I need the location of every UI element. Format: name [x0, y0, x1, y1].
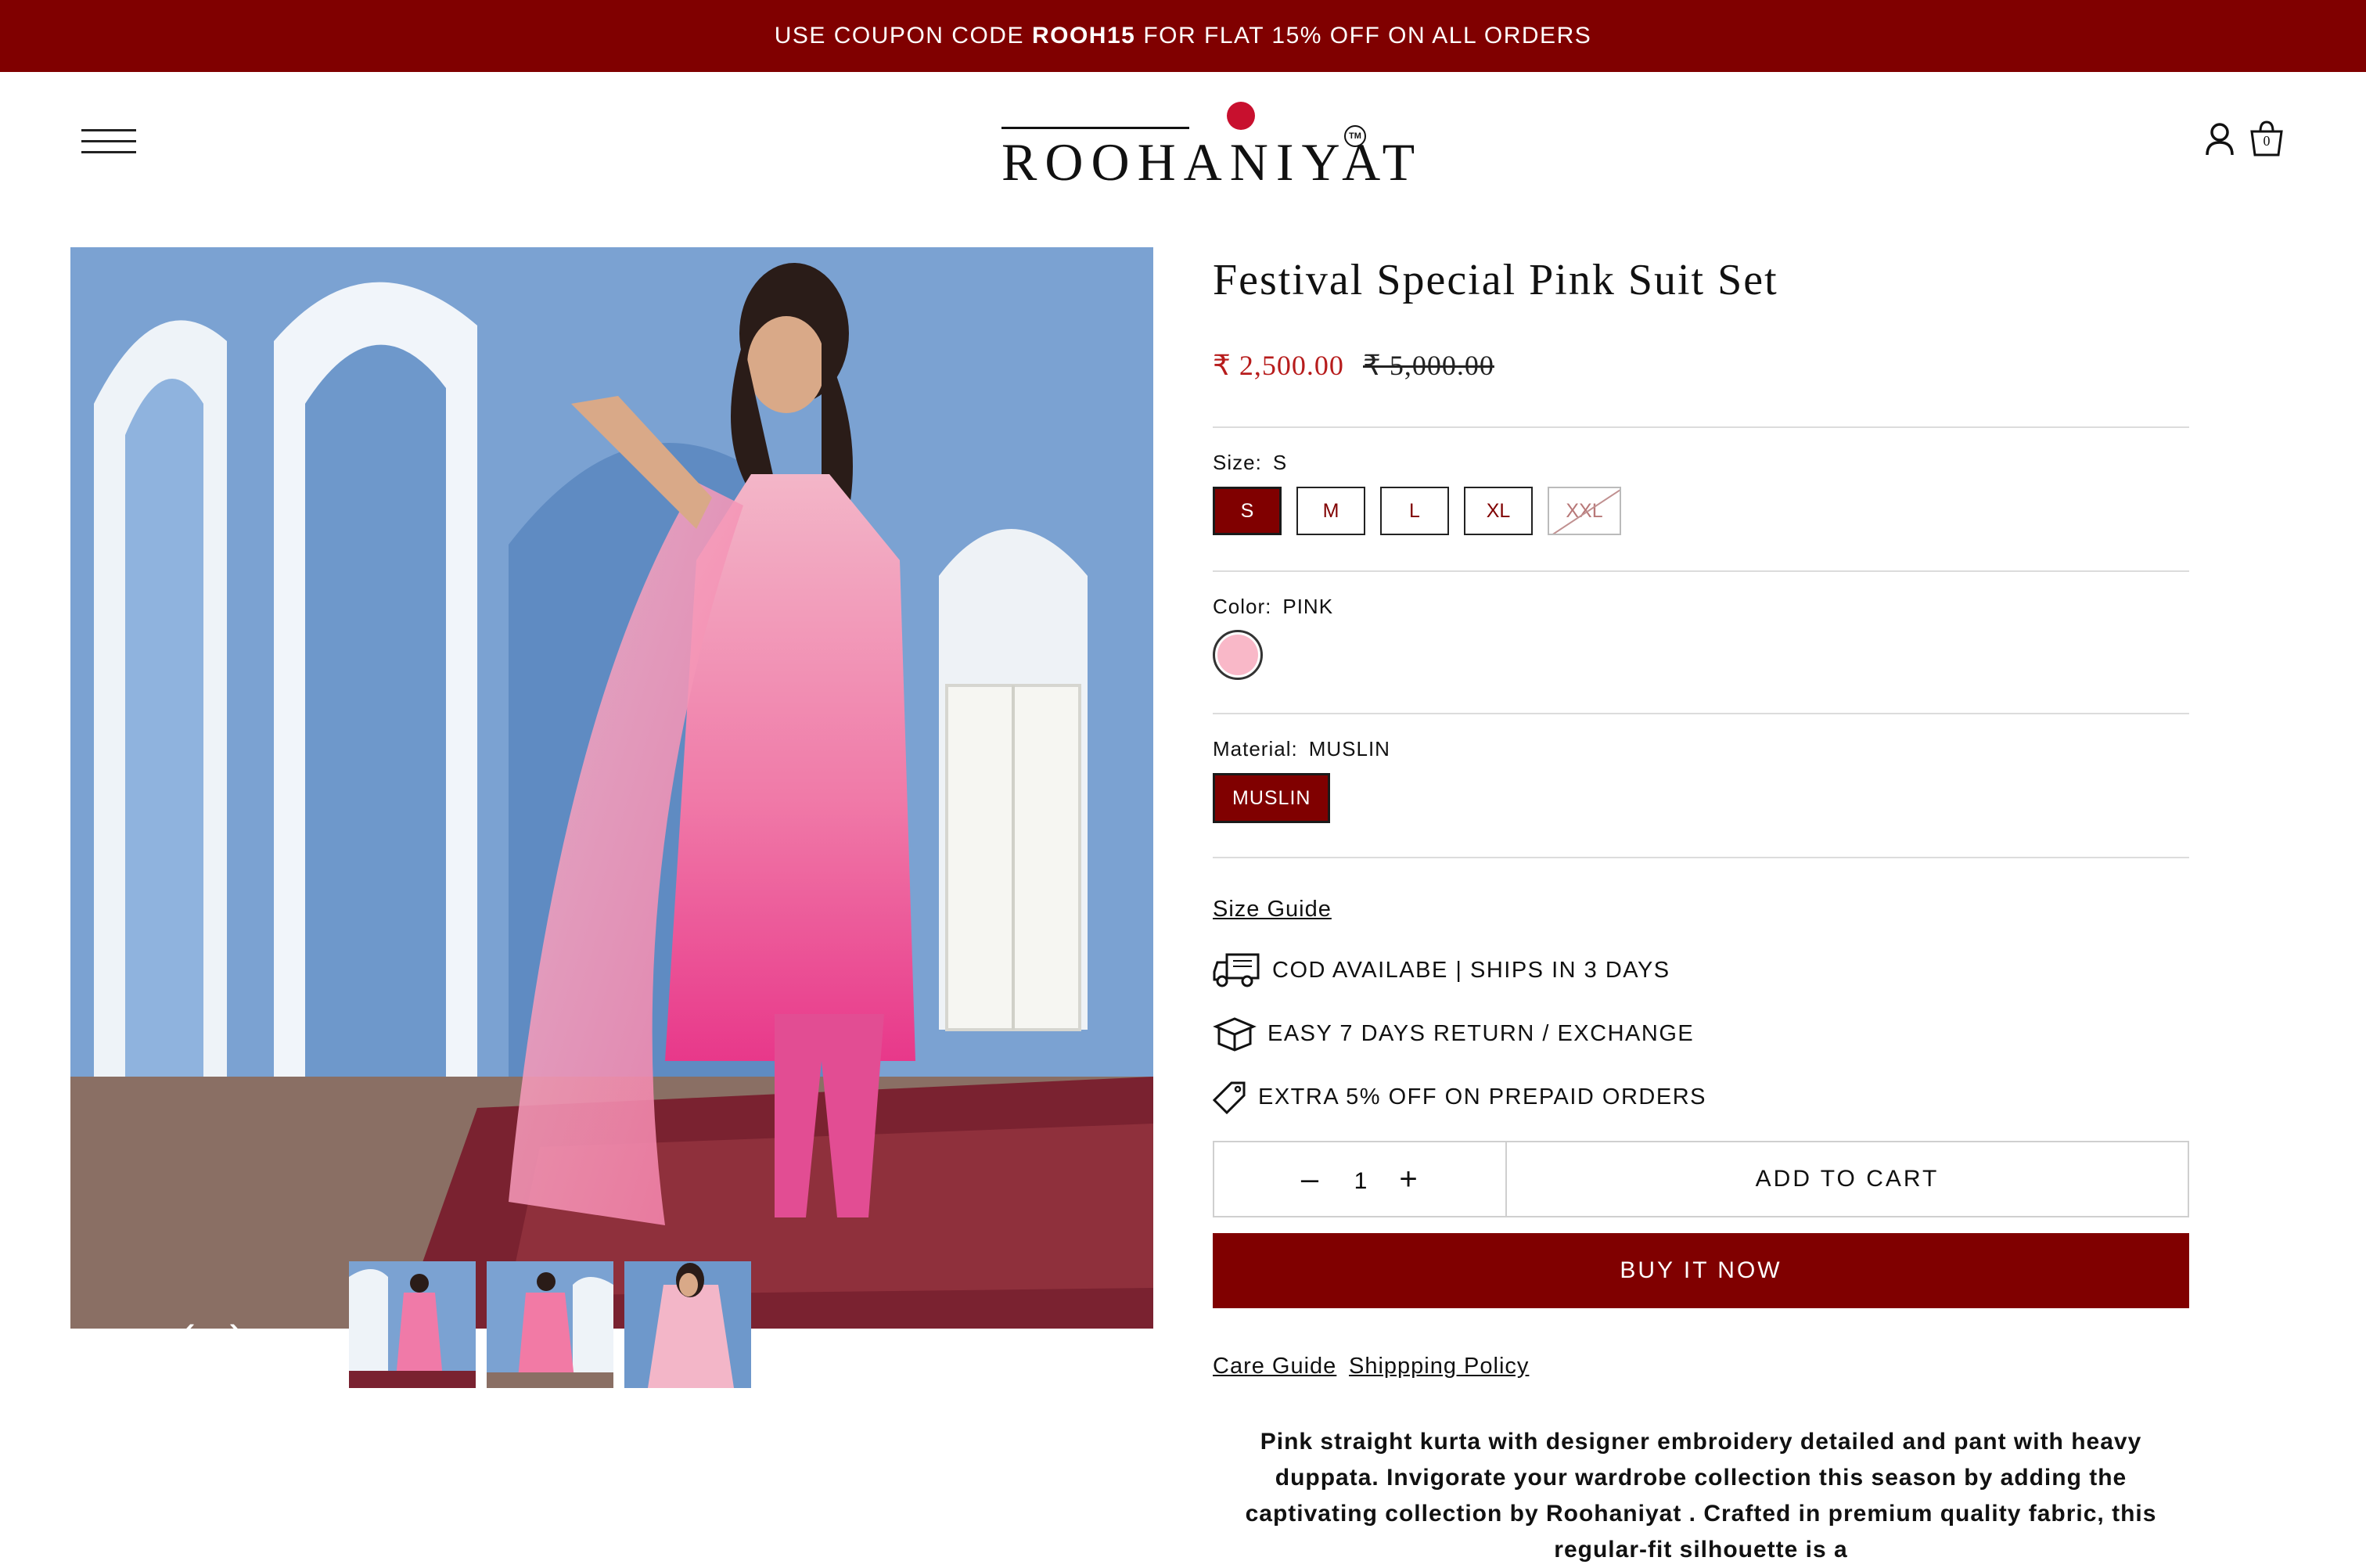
logo-dot — [1227, 102, 1255, 130]
product-description: Pink straight kurta with designer embroi… — [1245, 1429, 2157, 1563]
cart-icon[interactable]: 0 — [2247, 119, 2286, 161]
size-selected-value: S — [1272, 451, 1288, 474]
gallery-thumbnail[interactable] — [487, 1261, 613, 1388]
product-main-image[interactable] — [70, 247, 1153, 1329]
size-option-xxl[interactable]: XXL — [1548, 487, 1621, 535]
color-label: Color: PINK — [1213, 595, 1333, 619]
size-label-text: Size: — [1213, 451, 1262, 474]
quantity-input[interactable] — [1324, 1161, 1397, 1202]
site-logo[interactable]: ROOHANIYAT TM — [994, 94, 1415, 196]
cart-count: 0 — [2263, 133, 2271, 149]
divider — [1213, 857, 2189, 858]
announcement-suffix: FOR FLAT 15% OFF ON ALL ORDERS — [1143, 23, 1592, 49]
color-swatch-pink[interactable] — [1213, 630, 1263, 680]
material-label-text: Material: — [1213, 737, 1298, 761]
feature-prepaid: EXTRA 5% OFF ON PREPAID ORDERS — [1213, 1080, 1706, 1114]
feature-prepaid-text: EXTRA 5% OFF ON PREPAID ORDERS — [1258, 1084, 1707, 1109]
quantity-increase-button[interactable]: + — [1393, 1160, 1424, 1199]
size-option-xl[interactable]: XL — [1464, 487, 1533, 535]
box-icon — [1213, 1017, 1257, 1052]
size-option-l[interactable]: L — [1380, 487, 1449, 535]
size-option-s[interactable]: S — [1213, 487, 1282, 535]
color-label-text: Color: — [1213, 595, 1272, 618]
coupon-code: ROOH15 — [1031, 23, 1136, 49]
color-selected-value: PINK — [1282, 595, 1334, 618]
swatch-fill — [1217, 635, 1258, 675]
care-guide-link[interactable]: Care Guide — [1213, 1354, 1336, 1379]
shipping-policy-link[interactable]: Shippping Policy — [1349, 1354, 1529, 1379]
material-option-muslin[interactable]: MUSLIN — [1213, 773, 1331, 823]
feature-return-text: EASY 7 DAYS RETURN / EXCHANGE — [1268, 1020, 1695, 1046]
size-guide-link[interactable]: Size Guide — [1213, 897, 1332, 922]
logo-trademark: TM — [1344, 125, 1366, 147]
feature-return: EASY 7 DAYS RETURN / EXCHANGE — [1213, 1016, 1694, 1052]
gallery-thumbnail[interactable] — [349, 1261, 476, 1388]
size-label: Size: S — [1213, 451, 1287, 475]
quantity-decrease-button[interactable]: – — [1294, 1160, 1325, 1199]
announcement-prefix: USE COUPON CODE — [774, 23, 1024, 49]
quantity-selector: – + — [1213, 1141, 1507, 1217]
announcement-bar: USE COUPON CODE ROOH15 FOR FLAT 15% OFF … — [0, 0, 2366, 72]
compare-price: ₹ 5,000.00 — [1363, 350, 1494, 381]
add-to-cart-button[interactable]: ADD TO CART — [1505, 1141, 2189, 1217]
product-title: Festival Special Pink Suit Set — [1213, 256, 1778, 304]
gallery-prev-arrow[interactable]: ‹ — [182, 1308, 196, 1350]
account-icon[interactable] — [2200, 119, 2239, 161]
size-option-m[interactable]: M — [1296, 487, 1365, 535]
tag-icon — [1213, 1081, 1246, 1114]
logo-line — [1001, 127, 1189, 129]
divider — [1213, 713, 2189, 714]
gallery-next-arrow[interactable]: › — [228, 1308, 243, 1350]
feature-cod: COD AVAILABE | SHIPS IN 3 DAYS — [1213, 951, 1670, 989]
divider — [1213, 426, 2189, 428]
sale-price: ₹ 2,500.00 — [1213, 350, 1344, 381]
delivery-truck-icon — [1213, 953, 1260, 987]
menu-icon[interactable] — [81, 129, 136, 154]
feature-cod-text: COD AVAILABE | SHIPS IN 3 DAYS — [1272, 957, 1670, 983]
material-selected-value: MUSLIN — [1308, 737, 1390, 761]
divider — [1213, 570, 2189, 572]
material-label: Material: MUSLIN — [1213, 737, 1390, 761]
gallery-thumbnail[interactable] — [624, 1261, 751, 1388]
buy-now-button[interactable]: BUY IT NOW — [1213, 1233, 2189, 1308]
